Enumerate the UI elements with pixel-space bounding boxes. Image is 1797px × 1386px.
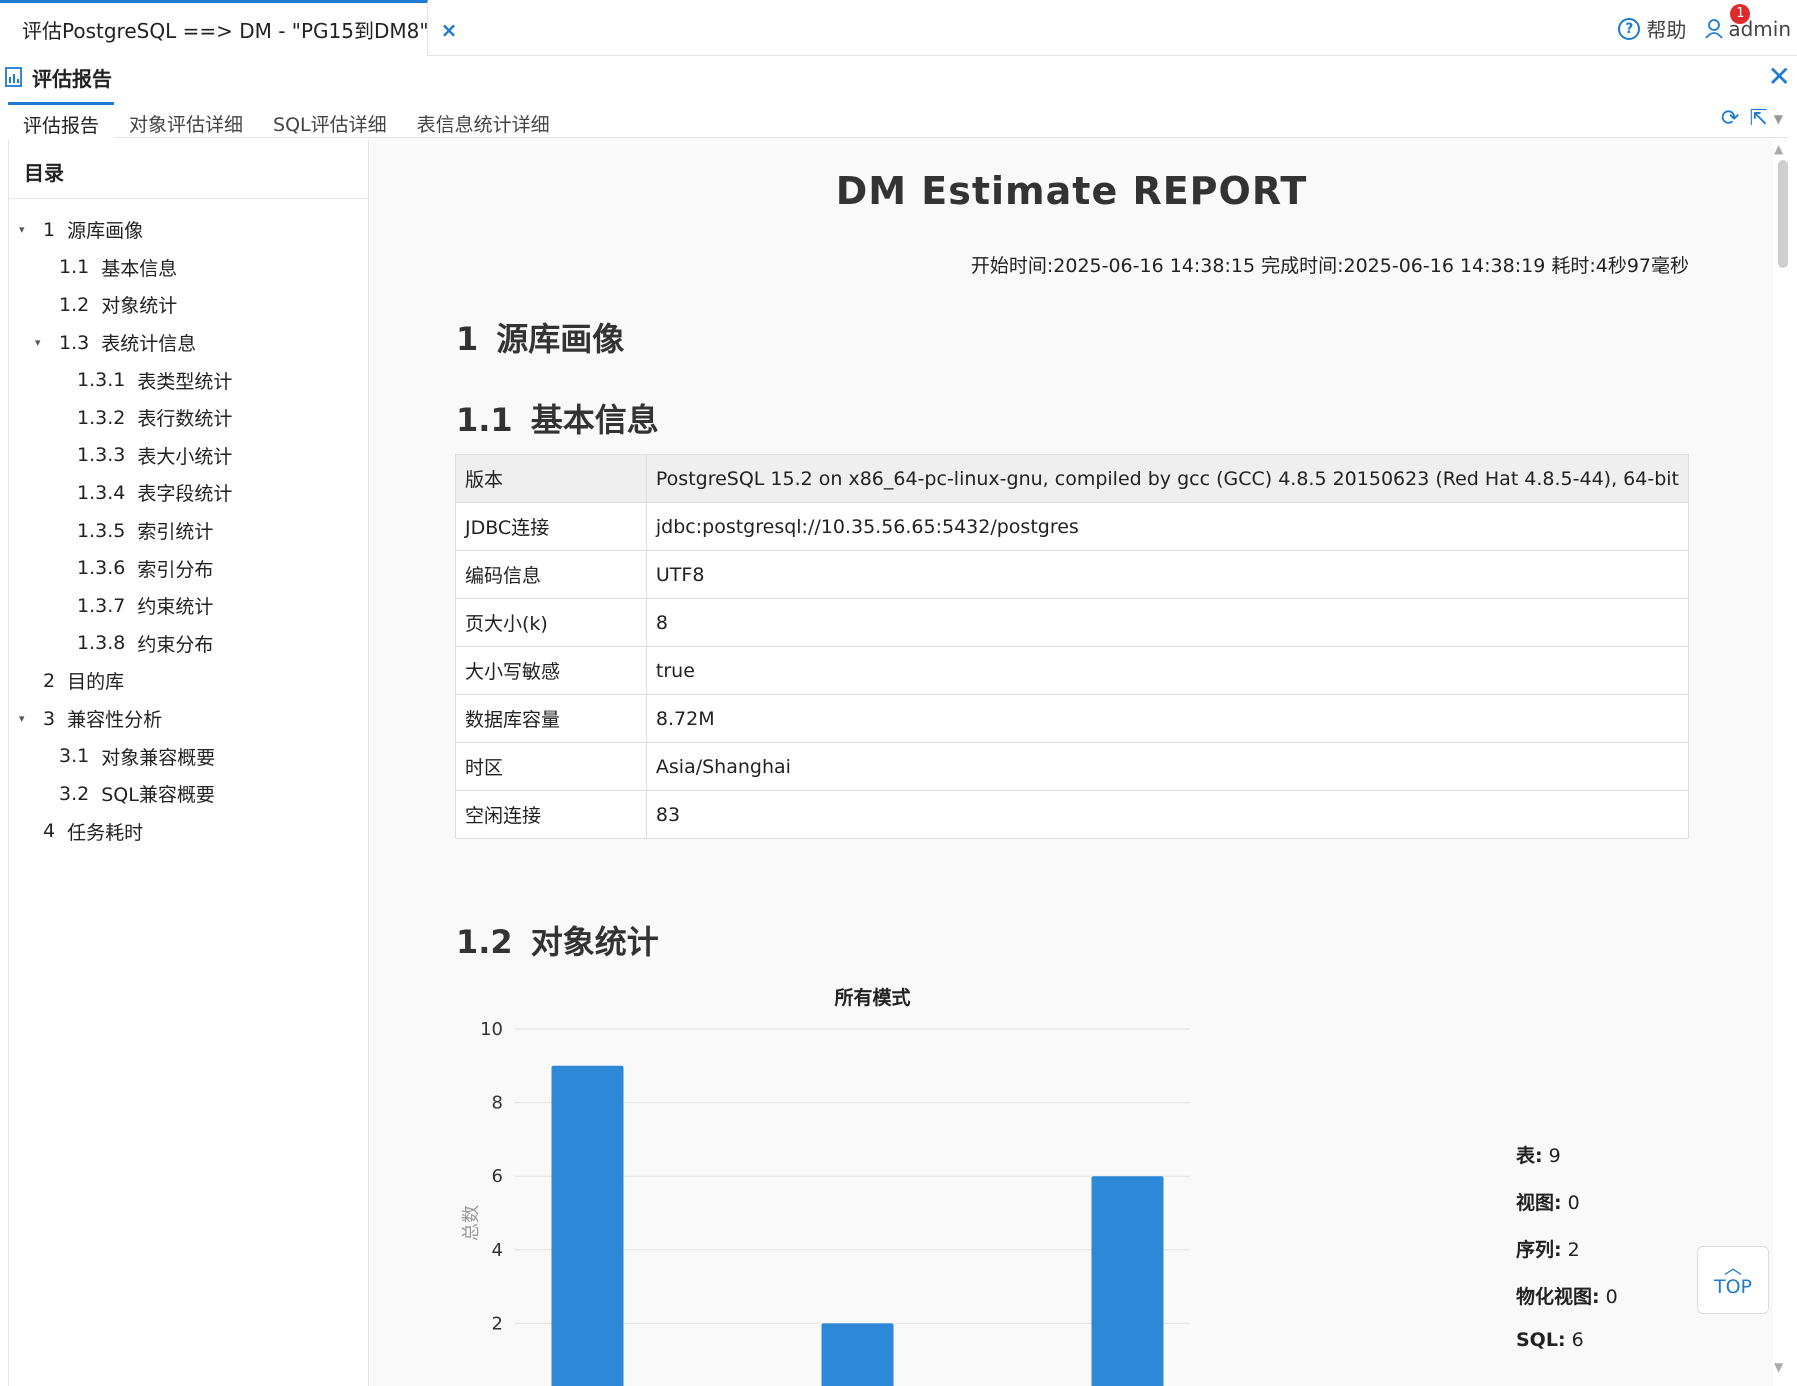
export-icon[interactable]: ⇱	[1749, 106, 1767, 131]
notification-badge: 1	[1730, 3, 1751, 24]
report-content: DM Estimate REPORT 开始时间:2025-06-16 14:38…	[370, 139, 1773, 1386]
window-tab-bar: 评估PostgreSQL ==> DM - "PG15到DM8" × ? 帮助 …	[0, 0, 1797, 56]
toc-item[interactable]: 4 任务耗时	[9, 813, 368, 851]
close-tab-icon[interactable]: ×	[441, 18, 458, 42]
y-tick-label: 8	[492, 1093, 503, 1114]
top-label: TOP	[1713, 1276, 1753, 1298]
toc-item[interactable]: 2 目的库	[9, 662, 368, 700]
report-window-tab[interactable]: 评估PostgreSQL ==> DM - "PG15到DM8" ×	[0, 0, 457, 56]
toc-item[interactable]: 1.3.6 索引分布	[9, 549, 368, 587]
tab-table-stats-detail[interactable]: 表信息统计详细	[402, 102, 565, 138]
legend-item: 序列: 2	[1516, 1239, 1580, 1261]
report-tabs: 评估报告 对象评估详细 SQL评估详细 表信息统计详细	[8, 102, 1788, 138]
legend-item: 视图: 0	[1516, 1192, 1580, 1214]
table-row: 时区 Asia/Shanghai	[455, 742, 1690, 791]
toc-sidebar: 目录 ▾ 1 源库画像 1.1 基本信息 1.2 对象统计 ▾ 1.3 表统计信息 1.3.…	[8, 139, 369, 1386]
tab-sql-detail[interactable]: SQL评估详细	[258, 102, 402, 138]
bar-SQL	[1091, 1176, 1164, 1386]
report-icon	[5, 67, 22, 87]
toc-item[interactable]: 1.3.1 表类型统计	[9, 361, 368, 399]
chart-legend: 表: 9 视图: 0 序列: 2 物化视图: 0 SQL: 6	[1516, 1141, 1618, 1376]
header-right: ? 帮助 1 admin	[1618, 3, 1791, 43]
toc-item[interactable]: ▾ 3 兼容性分析	[9, 700, 368, 738]
window-tab-title: 评估PostgreSQL ==> DM - "PG15到DM8"	[22, 19, 429, 43]
toc-item[interactable]: 1.3.3 表大小统计	[9, 437, 368, 475]
report-title: DM Estimate REPORT	[835, 169, 1308, 213]
table-row: 版本 PostgreSQL 15.2 on x86_64-pc-linux-gnu…	[455, 454, 1690, 503]
table-row: 数据库容量 8.72M	[455, 694, 1690, 743]
legend-item: 表: 9	[1516, 1145, 1561, 1167]
toc-item[interactable]: 1.3.2 表行数统计	[9, 399, 368, 437]
close-panel-icon[interactable]: ✕	[1768, 60, 1791, 93]
chevron-up-icon: ︿	[1724, 1258, 1742, 1279]
section-heading: 1 源库画像	[456, 320, 625, 358]
panel-header: 评估报告 ✕	[0, 56, 1797, 98]
toc-list: ▾ 1 源库画像 1.1 基本信息 1.2 对象统计 ▾ 1.3 表统计信息 1.3.1 表类…	[9, 199, 368, 850]
help-link[interactable]: ? 帮助	[1618, 14, 1686, 43]
section-heading: 1.1 基本信息	[456, 401, 659, 439]
help-label: 帮助	[1646, 18, 1687, 42]
toc-item[interactable]: 1.2 对象统计	[9, 286, 368, 324]
table-row: 空闲连接 83	[455, 790, 1690, 839]
refresh-icon[interactable]: ⟳	[1721, 106, 1739, 131]
y-tick-label: 6	[492, 1166, 503, 1187]
expand-arrow-icon[interactable]: ▾	[19, 712, 33, 725]
report-toolbar: ⟳ ⇱ ▼	[1711, 106, 1783, 131]
help-icon: ?	[1618, 17, 1641, 40]
chevron-down-icon[interactable]: ▼	[1774, 112, 1783, 126]
y-tick-label: 10	[480, 1019, 503, 1040]
toc-item[interactable]: 1.1 基本信息	[9, 249, 368, 287]
toc-item[interactable]: 1.3.5 索引统计	[9, 512, 368, 550]
expand-arrow-icon[interactable]: ▾	[35, 336, 49, 349]
scroll-down-icon[interactable]: ▼	[1774, 1360, 1783, 1374]
scrollbar-thumb[interactable]	[1778, 160, 1788, 268]
scroll-up-icon[interactable]: ▲	[1774, 142, 1783, 156]
table-row: 大小写敏感 true	[455, 646, 1690, 695]
basic-info-table: 版本 PostgreSQL 15.2 on x86_64-pc-linux-gnu…	[455, 454, 1690, 839]
legend-item: 物化视图: 0	[1516, 1286, 1618, 1308]
toc-item[interactable]: ▾ 1 源库画像	[9, 211, 368, 249]
toc-item[interactable]: 1.3.8 约束分布	[9, 625, 368, 663]
y-tick-label: 2	[492, 1313, 503, 1334]
tab-object-detail[interactable]: 对象评估详细	[114, 102, 258, 138]
y-tick-label: 4	[492, 1240, 503, 1261]
bar-表	[551, 1065, 624, 1386]
panel-title: 评估报告	[32, 66, 112, 91]
table-row: JDBC连接 jdbc:postgresql://10.35.56.65:5432…	[455, 502, 1690, 551]
user-icon	[1705, 18, 1724, 39]
toc-title: 目录	[9, 139, 368, 199]
tab-estimate-report[interactable]: 评估报告	[8, 102, 115, 138]
chart-title: 所有模式	[834, 986, 910, 1009]
toc-item[interactable]: 3.2 SQL兼容概要	[9, 775, 368, 813]
y-axis-label: 总数	[461, 1205, 482, 1241]
report-timing: 开始时间:2025-06-16 14:38:15 完成时间:2025-06-16…	[970, 255, 1689, 277]
table-row: 页大小(k) 8	[455, 598, 1690, 647]
section-heading: 1.2 对象统计	[456, 923, 659, 961]
back-to-top-button[interactable]: ︿ TOP	[1697, 1246, 1769, 1314]
expand-arrow-icon[interactable]: ▾	[19, 223, 33, 236]
user-menu[interactable]: 1 admin	[1704, 3, 1791, 41]
bar-序列	[821, 1323, 894, 1386]
scrollbar[interactable]	[1773, 139, 1797, 1386]
toc-item[interactable]: ▾ 1.3 表统计信息	[9, 324, 368, 362]
legend-item: SQL: 6	[1516, 1329, 1584, 1351]
toc-item[interactable]: 1.3.7 约束统计	[9, 587, 368, 625]
toc-item[interactable]: 1.3.4 表字段统计	[9, 474, 368, 512]
table-row: 编码信息 UTF8	[455, 550, 1690, 599]
toc-item[interactable]: 3.1 对象兼容概要	[9, 737, 368, 775]
